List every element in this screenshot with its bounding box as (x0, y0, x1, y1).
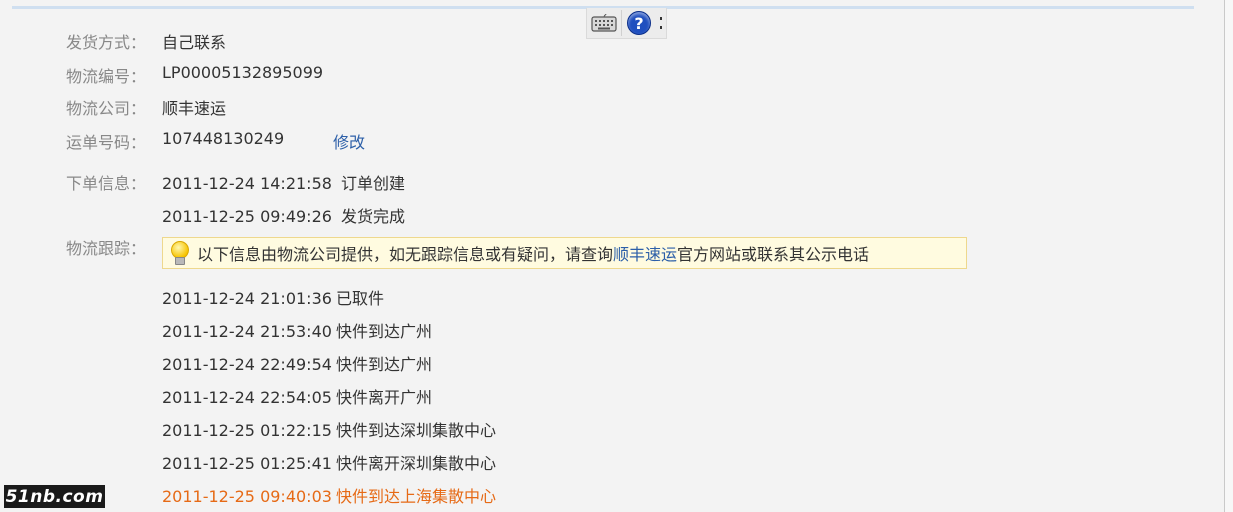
order-event-text: 订单创建 (341, 174, 406, 193)
order-event-time: 2011-12-25 09:49:26 (162, 207, 332, 226)
tracking-event-row: 2011-12-24 22:54:05 快件离开广州 (162, 384, 432, 408)
order-event-row: 2011-12-25 09:49:26 发货完成 (162, 203, 405, 227)
waybill-number-value: 107448130249 (162, 129, 285, 148)
tracking-event-time: 2011-12-24 21:53:40 (162, 322, 332, 341)
tracking-event-time: 2011-12-24 21:01:36 (162, 289, 332, 308)
tip-prefix: 以下信息由物流公司提供，如无跟踪信息或有疑问，请查询 (197, 245, 614, 264)
lightbulb-icon (169, 241, 189, 265)
tracking-event-time: 2011-12-25 01:22:15 (162, 421, 332, 440)
tracking-event-row: 2011-12-25 01:22:15 快件到达深圳集散中心 (162, 417, 496, 441)
order-event-time: 2011-12-24 14:21:58 (162, 174, 332, 193)
right-gutter (1225, 0, 1233, 512)
tracking-tip-box: 以下信息由物流公司提供，如无跟踪信息或有疑问，请查询顺丰速运官方网站或联系其公示… (162, 237, 967, 269)
tracking-event-text: 已取件 (335, 289, 384, 308)
courier-website-link[interactable]: 顺丰速运 (613, 245, 677, 264)
shipping-method-label: 发货方式： (66, 33, 147, 52)
tracking-tip-text: 以下信息由物流公司提供，如无跟踪信息或有疑问，请查询顺丰速运官方网站或联系其公示… (197, 241, 869, 265)
tracking-event-row: 2011-12-25 01:25:41 快件离开深圳集散中心 (162, 450, 496, 474)
tracking-event-time: 2011-12-24 22:49:54 (162, 355, 332, 374)
order-info-label: 下单信息： (66, 174, 147, 193)
shipping-method-value: 自己联系 (162, 33, 227, 52)
tracking-event-text: 快件到达广州 (335, 355, 432, 374)
help-icon: ? (627, 11, 651, 35)
tracking-event-text: 快件离开广州 (335, 388, 432, 407)
logistics-number-value: LP00005132895099 (162, 63, 324, 82)
tracking-event-row: 2011-12-24 22:49:54 快件到达广州 (162, 351, 432, 375)
tracking-event-row: 2011-12-24 21:53:40 快件到达广州 (162, 318, 432, 342)
edit-waybill-link[interactable]: 修改 (333, 129, 365, 153)
tracking-event-row-latest: 2011-12-25 09:40:03 快件到达上海集散中心 (162, 483, 496, 507)
tracking-label: 物流跟踪： (66, 239, 147, 258)
tracking-event-text: 快件离开深圳集散中心 (335, 454, 496, 473)
order-event-text: 发货完成 (341, 207, 406, 226)
site-watermark-logo: 51nb.com (4, 485, 105, 508)
logistics-company-value: 顺丰速运 (162, 99, 227, 118)
keyboard-icon (591, 14, 617, 32)
logistics-company-label: 物流公司： (66, 99, 147, 118)
order-event-row: 2011-12-24 14:21:58 订单创建 (162, 170, 405, 194)
waybill-number-label: 运单号码： (66, 133, 147, 152)
tracking-event-text: 快件到达上海集散中心 (335, 487, 496, 506)
tracking-event-text: 快件到达广州 (335, 322, 432, 341)
tracking-event-text: 快件到达深圳集散中心 (335, 421, 496, 440)
input-toolbar: ? (586, 8, 667, 39)
tip-suffix: 官方网站或联系其公示电话 (677, 245, 870, 264)
tracking-event-time: 2011-12-25 01:25:41 (162, 454, 332, 473)
logistics-number-label: 物流编号： (66, 67, 147, 86)
keyboard-button[interactable] (587, 8, 621, 38)
tracking-event-time: 2011-12-24 22:54:05 (162, 388, 332, 407)
help-button[interactable]: ? (622, 8, 656, 38)
tracking-event-row: 2011-12-24 21:01:36 已取件 (162, 285, 384, 309)
toolbar-drag-handle[interactable] (656, 8, 666, 38)
tracking-event-time: 2011-12-25 09:40:03 (162, 487, 332, 506)
